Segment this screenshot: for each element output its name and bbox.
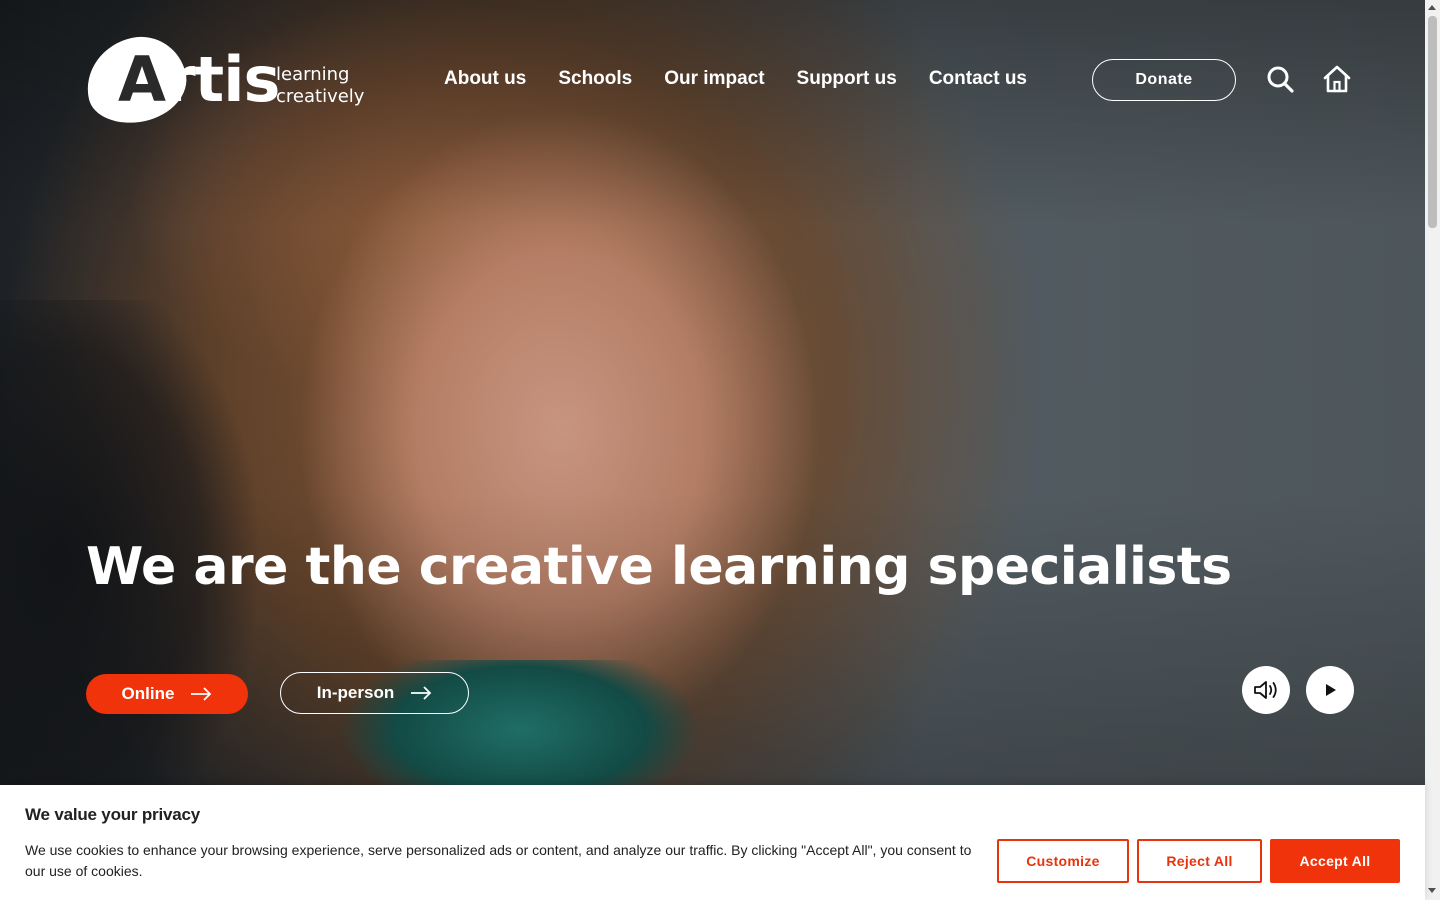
reject-all-button[interactable]: Reject All	[1137, 839, 1262, 883]
scroll-up-arrow-icon[interactable]	[1428, 5, 1436, 10]
logo-tagline-line1: learning	[276, 64, 350, 85]
logo-tagline-line2: creatively	[276, 86, 365, 107]
nav-schools[interactable]: Schools	[558, 66, 632, 92]
nav-our-impact[interactable]: Our impact	[664, 66, 764, 92]
online-button-label: Online	[121, 684, 175, 703]
arrow-right-icon	[411, 686, 432, 700]
donate-button[interactable]: Donate	[1092, 59, 1236, 101]
logo-wordmark: Artis	[118, 43, 280, 116]
sound-toggle-button[interactable]	[1242, 666, 1290, 714]
hero-background	[0, 0, 1425, 900]
speaker-icon	[1254, 681, 1277, 699]
nav-about-us[interactable]: About us	[444, 66, 526, 92]
accept-all-button[interactable]: Accept All	[1270, 839, 1400, 883]
page-scrollbar[interactable]	[1425, 0, 1440, 900]
scroll-down-arrow-icon[interactable]	[1428, 888, 1436, 893]
nav-contact-us[interactable]: Contact us	[929, 66, 1027, 92]
logo-tagline: learning creatively	[276, 64, 364, 108]
play-button[interactable]	[1306, 666, 1354, 714]
nav-support-us[interactable]: Support us	[797, 66, 897, 92]
in-person-button[interactable]: In-person	[280, 672, 469, 714]
cookie-banner: We value your privacy We use cookies to …	[0, 785, 1425, 900]
arrow-right-icon	[191, 687, 212, 701]
cookie-text: We use cookies to enhance your browsing …	[25, 842, 972, 879]
main-nav: About us Schools Our impact Support us C…	[444, 66, 1027, 92]
hero-headline: We are the creative learning specialists	[86, 537, 1232, 597]
in-person-button-label: In-person	[316, 683, 395, 702]
home-icon[interactable]	[1322, 64, 1352, 94]
artis-logo[interactable]: Artis learning creatively	[78, 28, 366, 132]
scrollbar-thumb[interactable]	[1428, 16, 1437, 228]
cookie-title: We value your privacy	[25, 805, 201, 824]
play-icon	[1326, 684, 1336, 696]
customize-button[interactable]: Customize	[997, 839, 1129, 883]
search-icon[interactable]	[1266, 65, 1296, 95]
online-button[interactable]: Online	[86, 674, 248, 714]
